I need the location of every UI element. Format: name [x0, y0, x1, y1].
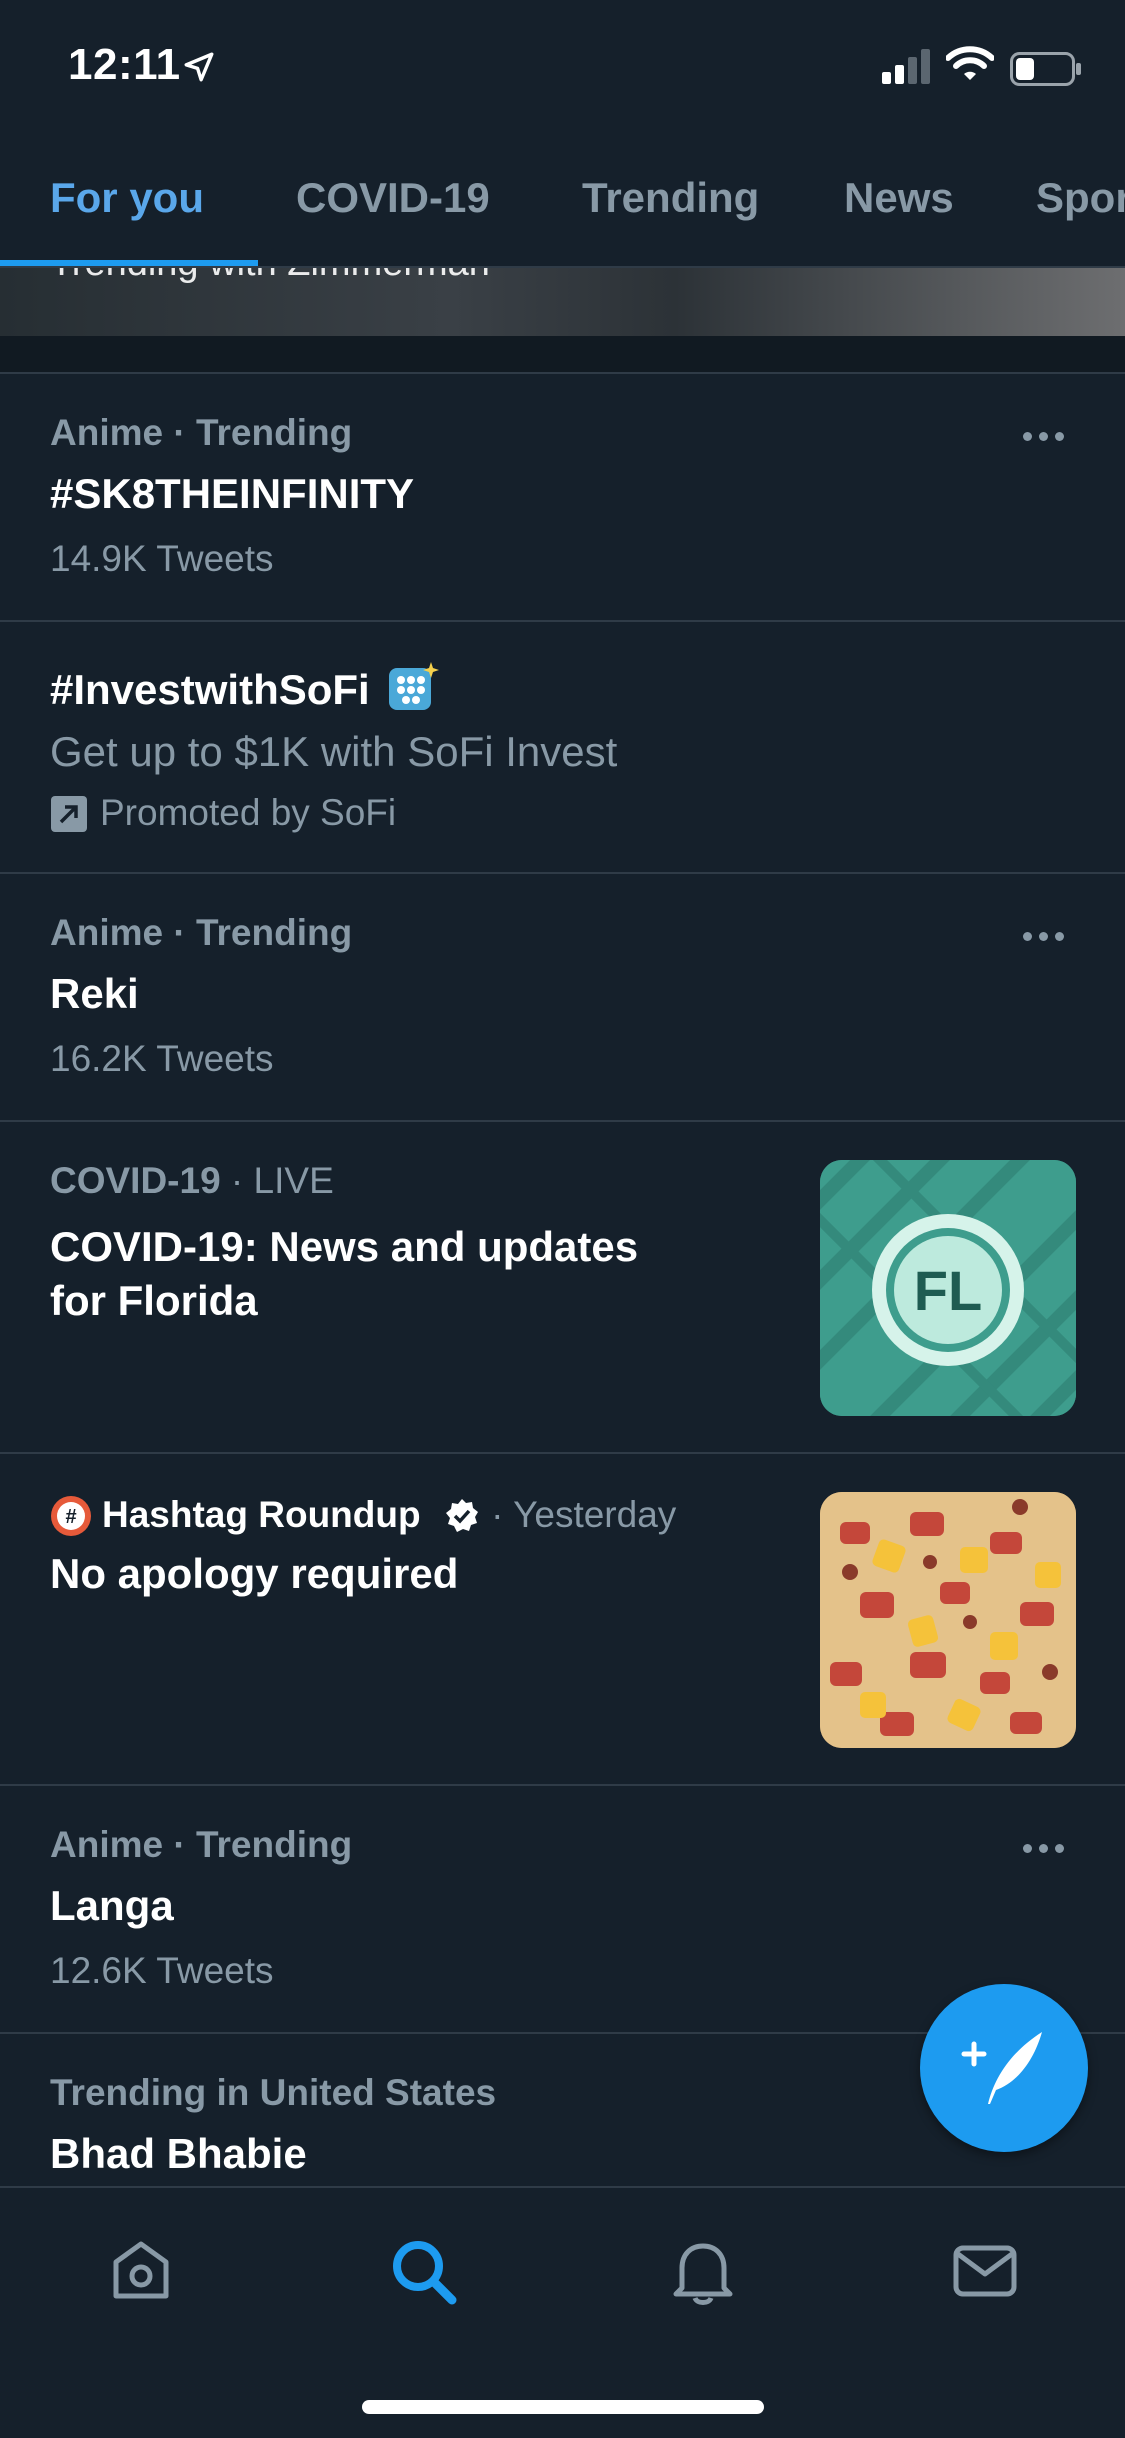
- location-arrow-icon: [184, 52, 214, 82]
- trend-title: Langa: [50, 1882, 174, 1929]
- trend-count: 14.9K Tweets: [50, 538, 274, 579]
- compose-icon: [961, 2032, 1042, 2104]
- event-title-line: for Florida: [50, 1277, 258, 1324]
- moment-thumbnail[interactable]: [820, 1492, 1076, 1748]
- more-icon[interactable]: [1023, 928, 1083, 948]
- trend-title: #SK8THEINFINITY: [50, 470, 415, 517]
- tab-covid-19[interactable]: COVID-19: [296, 174, 490, 222]
- event-item[interactable]: COVID-19 · LIVE COVID-19: News and updat…: [0, 1120, 1125, 1454]
- trend-item[interactable]: Anime · Trending Langa 12.6K Tweets: [0, 1784, 1125, 2034]
- hashtag-roundup-avatar-icon: #: [51, 1496, 91, 1536]
- event-title: COVID-19: News and updates for Florida: [50, 1220, 638, 1328]
- sofi-emoji-icon: [389, 662, 440, 710]
- event-live: · LIVE: [220, 1160, 334, 1201]
- trend-context: Anime · Trending: [50, 1824, 353, 1865]
- home-icon[interactable]: [108, 2238, 174, 2304]
- more-icon[interactable]: [1023, 428, 1083, 448]
- moment-author: Hashtag Roundup: [102, 1494, 421, 1535]
- explore-tabs: For you COVID-19 Trending News Spor: [0, 140, 1125, 268]
- signal-icon: [882, 49, 930, 84]
- more-icon[interactable]: [1023, 1840, 1083, 1860]
- event-context: COVID-19 · LIVE: [50, 1160, 334, 1202]
- pizza-image: [820, 1492, 1076, 1748]
- moment-title: No apology required: [50, 1550, 459, 1597]
- trend-context: Anime · Trending: [50, 912, 353, 953]
- event-thumbnail[interactable]: FL: [820, 1160, 1076, 1416]
- trend-item[interactable]: Anime · Trending #SK8THEINFINITY 14.9K T…: [0, 372, 1125, 622]
- fl-badge-icon: FL: [820, 1160, 1076, 1416]
- event-title-line: COVID-19: News and updates: [50, 1223, 639, 1270]
- svg-text:#: #: [65, 1506, 76, 1528]
- battery-icon: [1010, 52, 1081, 86]
- promoted-description: Get up to $1K with SoFi Invest: [50, 728, 618, 775]
- trend-context: Anime · Trending: [50, 412, 353, 453]
- hero-caption: Trending with Zimmerman: [50, 266, 490, 285]
- moment-time: · Yesterday: [480, 1494, 677, 1535]
- moment-header: # Hashtag Roundup · Yesterday: [50, 1494, 676, 1537]
- home-indicator[interactable]: [362, 2400, 764, 2414]
- event-category: COVID-19: [50, 1160, 221, 1201]
- tab-trending[interactable]: Trending: [582, 174, 759, 222]
- trend-title: #InvestwithSoFi: [50, 660, 440, 714]
- verified-icon: [445, 1499, 478, 1532]
- promoted-trend-item[interactable]: #InvestwithSoFi Get up to $1K with SoFi …: [0, 620, 1125, 874]
- fl-badge-text: FL: [914, 1259, 982, 1322]
- section-spacer: [0, 336, 1125, 372]
- promoted-label: Promoted by SoFi: [50, 792, 396, 834]
- hero-banner[interactable]: Trending with Zimmerman: [0, 266, 1125, 336]
- tab-sports[interactable]: Spor: [1036, 174, 1125, 222]
- trend-count: 12.6K Tweets: [50, 1950, 274, 1991]
- active-tab-indicator: [0, 260, 258, 266]
- tab-for-you[interactable]: For you: [50, 174, 204, 222]
- trend-item[interactable]: Anime · Trending Reki 16.2K Tweets: [0, 872, 1125, 1122]
- compose-button[interactable]: [920, 1984, 1088, 2152]
- trend-context: Trending in United States: [50, 2072, 497, 2113]
- promoted-by-text: Promoted by SoFi: [100, 792, 397, 833]
- trend-title: Bhad Bhabie: [50, 2130, 307, 2177]
- status-time: 12:11: [68, 40, 181, 89]
- tab-news[interactable]: News: [844, 174, 954, 222]
- notifications-icon[interactable]: [670, 2238, 736, 2306]
- promoted-icon: [51, 796, 87, 832]
- messages-icon[interactable]: [952, 2238, 1018, 2304]
- search-icon[interactable]: [390, 2238, 458, 2306]
- wifi-icon: [946, 46, 994, 80]
- trend-count: 16.2K Tweets: [50, 1038, 274, 1079]
- trend-title: Reki: [50, 970, 139, 1017]
- promoted-hashtag: #InvestwithSoFi: [50, 666, 370, 713]
- status-bar: 12:11: [0, 0, 1125, 140]
- moment-item[interactable]: # Hashtag Roundup · Yesterday No apology…: [0, 1452, 1125, 1786]
